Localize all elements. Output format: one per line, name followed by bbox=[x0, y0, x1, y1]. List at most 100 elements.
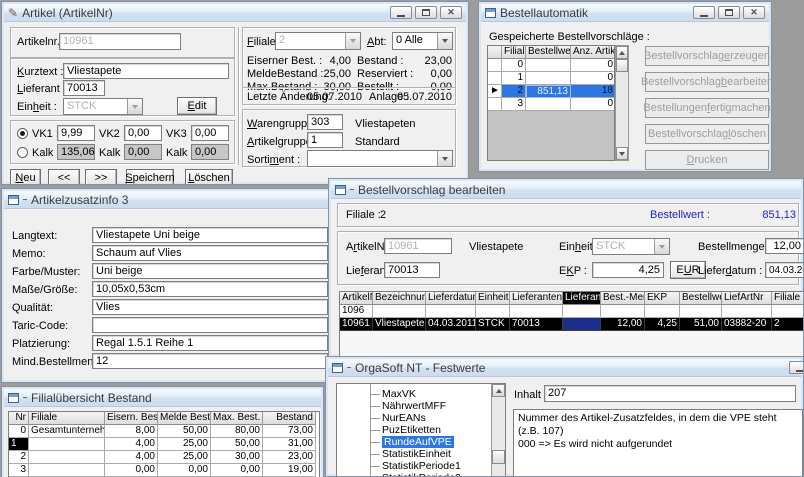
ekp-field[interactable]: 4,25 bbox=[592, 262, 664, 278]
next-button[interactable]: >> bbox=[85, 169, 117, 185]
tree-item[interactable]: MaxVK bbox=[370, 388, 416, 400]
table-scrollbar[interactable] bbox=[615, 45, 629, 161]
table-row[interactable]: 1 0 bbox=[488, 72, 614, 85]
inhalt-field[interactable]: 207 bbox=[544, 385, 796, 402]
tree-item[interactable]: PuzEtiketten bbox=[370, 424, 441, 436]
memo-field[interactable]: Schaum auf Vlies bbox=[92, 245, 328, 261]
bestellmenge-field[interactable]: 12,00 bbox=[765, 238, 804, 254]
tree-item[interactable]: StatistikPeriode1 bbox=[370, 460, 461, 472]
taric-code-field[interactable] bbox=[92, 317, 328, 333]
einheit-combo[interactable]: STCK bbox=[63, 98, 143, 115]
bestellautomatik-titlebar[interactable]: Bestellautomatik ✕ bbox=[481, 4, 769, 22]
stat-value: 4,00 bbox=[299, 55, 351, 67]
row-marker-icon[interactable]: ► bbox=[488, 85, 502, 98]
warengruppe-field[interactable]: 303 bbox=[307, 114, 343, 130]
vk2-field[interactable]: 0,00 bbox=[124, 125, 162, 141]
scroll-down-icon[interactable] bbox=[616, 147, 628, 160]
qualitaet-field[interactable]: Vlies bbox=[92, 299, 328, 315]
tree-item[interactable]: NährwertMFF bbox=[370, 400, 446, 412]
einheit-combo[interactable]: STCK bbox=[592, 238, 670, 255]
drucken-button[interactable]: Drucken bbox=[645, 150, 769, 170]
table-row[interactable]: 3 0 bbox=[488, 98, 614, 111]
sortiment-combo[interactable] bbox=[307, 150, 453, 167]
tree-item-selected[interactable]: RundeAufVPE bbox=[370, 436, 454, 448]
neu-button[interactable]: Neu bbox=[10, 169, 41, 185]
lieferdatum-field[interactable]: 04.03.2011 bbox=[765, 262, 804, 278]
farbe-muster-field[interactable]: Uni beige bbox=[92, 263, 328, 279]
maximize-icon[interactable] bbox=[415, 6, 437, 19]
sorted-column-header[interactable]: Lieferant bbox=[563, 292, 601, 305]
filialuebersicht-window: Filialübersicht Bestand Nr Filiale Eiser… bbox=[1, 386, 324, 477]
scroll-up-icon[interactable] bbox=[492, 384, 505, 397]
tree-item[interactable]: StatistikEinheit bbox=[370, 448, 451, 460]
tree-item[interactable]: NurEANs bbox=[370, 412, 426, 424]
maximize-icon[interactable] bbox=[718, 6, 740, 19]
table-row-selected[interactable]: 1 4,00 25,00 50,00 31,00 bbox=[9, 438, 319, 451]
gruppen-groupbox: Warengruppe : 303 Vliestapeten Artikelgr… bbox=[242, 109, 456, 167]
scroll-up-icon[interactable] bbox=[616, 46, 628, 59]
speichern-button[interactable]: Speichern bbox=[126, 169, 174, 185]
bestellvorschlag-bearbeiten-button[interactable]: Bestellvorschlag bearbeiten bbox=[645, 72, 769, 92]
chevron-down-icon[interactable] bbox=[654, 239, 669, 254]
bestellungen-fertigmachen-button[interactable]: Bestellungen fertigmachen bbox=[645, 98, 769, 118]
scrollbar-thumb[interactable] bbox=[492, 450, 505, 464]
bestellvorschlag-titlebar[interactable]: Bestellvorschlag bearbeiten bbox=[331, 181, 801, 199]
chevron-down-icon[interactable] bbox=[345, 33, 360, 49]
filialuebersicht-titlebar[interactable]: Filialübersicht Bestand bbox=[4, 389, 321, 407]
title-separator bbox=[347, 367, 351, 368]
kopf-groupbox: Filiale : 2 Bestellwert : 851,13 bbox=[337, 203, 799, 227]
tree-scrollbar[interactable] bbox=[491, 384, 505, 477]
table-row[interactable]: 1096 bbox=[340, 305, 804, 318]
platzierung-field[interactable]: Regal 1.5.1 Reihe 1 bbox=[92, 335, 328, 351]
tree-connector-icon bbox=[370, 406, 380, 407]
artikel-window: ✎ Artikel (ArtikelNr) ✕ Artikelnr.: 1096… bbox=[1, 1, 469, 185]
kalk1-field: 135,06 bbox=[57, 144, 95, 160]
edit-button[interactable]: Edit bbox=[177, 97, 217, 115]
bestellvorschlag-erzeugen-button[interactable]: Bestellvorschlag erzeugen bbox=[645, 46, 769, 66]
close-icon[interactable]: ✕ bbox=[440, 6, 462, 19]
artikelgruppe-field[interactable]: 1 bbox=[307, 132, 343, 148]
close-icon[interactable]: ✕ bbox=[743, 6, 765, 19]
window-title: Artikelzusatzinfo 3 bbox=[31, 193, 128, 207]
tree-connector-icon bbox=[370, 394, 380, 395]
scrollbar-thumb[interactable] bbox=[616, 59, 628, 72]
bestellvorschlag-loeschen-button[interactable]: Bestellvorschlag löschen bbox=[645, 124, 769, 144]
loeschen-button[interactable]: Löschen bbox=[185, 169, 233, 185]
minimize-icon[interactable] bbox=[390, 6, 412, 19]
lieferant-field[interactable]: 70013 bbox=[63, 80, 105, 96]
minimize-icon[interactable] bbox=[693, 6, 715, 19]
table-row-selected[interactable]: 10961 Vliestapete 04.03.2011 STCK 70013 … bbox=[340, 318, 804, 331]
kurztext-field[interactable]: Vliestapete bbox=[63, 63, 229, 79]
inhalt-label: Inhalt : bbox=[514, 389, 547, 401]
table-row[interactable]: 0 0 bbox=[488, 59, 614, 72]
masse-groesse-field[interactable]: 10,05x0,53cm bbox=[92, 281, 328, 297]
vk1-field[interactable]: 9,99 bbox=[57, 125, 95, 141]
table-row-selected[interactable]: ► 2 851,13 18 bbox=[488, 85, 614, 98]
table-row[interactable]: 2 4,00 25,00 30,00 23,00 bbox=[9, 451, 319, 464]
table-row[interactable]: 0 Gesamtunternehmer 8,00 50,00 80,00 73,… bbox=[9, 425, 319, 438]
mind-bestellmenge-field[interactable]: 12 bbox=[92, 353, 328, 369]
filiale-combo[interactable]: 2 bbox=[275, 32, 361, 50]
tree-item[interactable]: StatistikPeriode2 bbox=[370, 472, 461, 477]
vorschlaege-table: Filiale Bestellwert Anz. Artikel 0 0 1 0… bbox=[487, 45, 615, 161]
artikelnr-field[interactable]: 10961 bbox=[59, 33, 181, 50]
artikel-titlebar[interactable]: ✎ Artikel (ArtikelNr) ✕ bbox=[4, 4, 466, 22]
artikelzusatzinfo-titlebar[interactable]: Artikelzusatzinfo 3 bbox=[4, 191, 329, 209]
minimize-icon[interactable] bbox=[789, 361, 804, 374]
artikelnr-field[interactable]: 10961 bbox=[384, 238, 452, 254]
chevron-down-icon[interactable] bbox=[437, 151, 452, 166]
kalk-radio[interactable] bbox=[17, 147, 28, 158]
previous-button[interactable]: << bbox=[48, 169, 80, 185]
vk3-field[interactable]: 0,00 bbox=[191, 125, 229, 141]
masse-groesse-label: Maße/Größe: bbox=[12, 284, 77, 296]
festwerte-titlebar[interactable]: OrgaSoft NT - Festwerte bbox=[328, 359, 801, 377]
langtext-field[interactable]: Vliestapete Uni beige bbox=[92, 227, 328, 243]
window-icon bbox=[332, 363, 343, 373]
abt-combo[interactable]: 0 Alle bbox=[392, 32, 453, 50]
chevron-down-icon[interactable] bbox=[437, 33, 452, 49]
chevron-down-icon[interactable] bbox=[127, 99, 142, 114]
focused-cell[interactable] bbox=[563, 318, 601, 331]
table-row[interactable]: 3 0,00 0,00 0,00 19,00 bbox=[9, 464, 319, 477]
lieferant-field[interactable]: 70013 bbox=[384, 262, 440, 278]
vk-radio[interactable] bbox=[17, 128, 28, 139]
